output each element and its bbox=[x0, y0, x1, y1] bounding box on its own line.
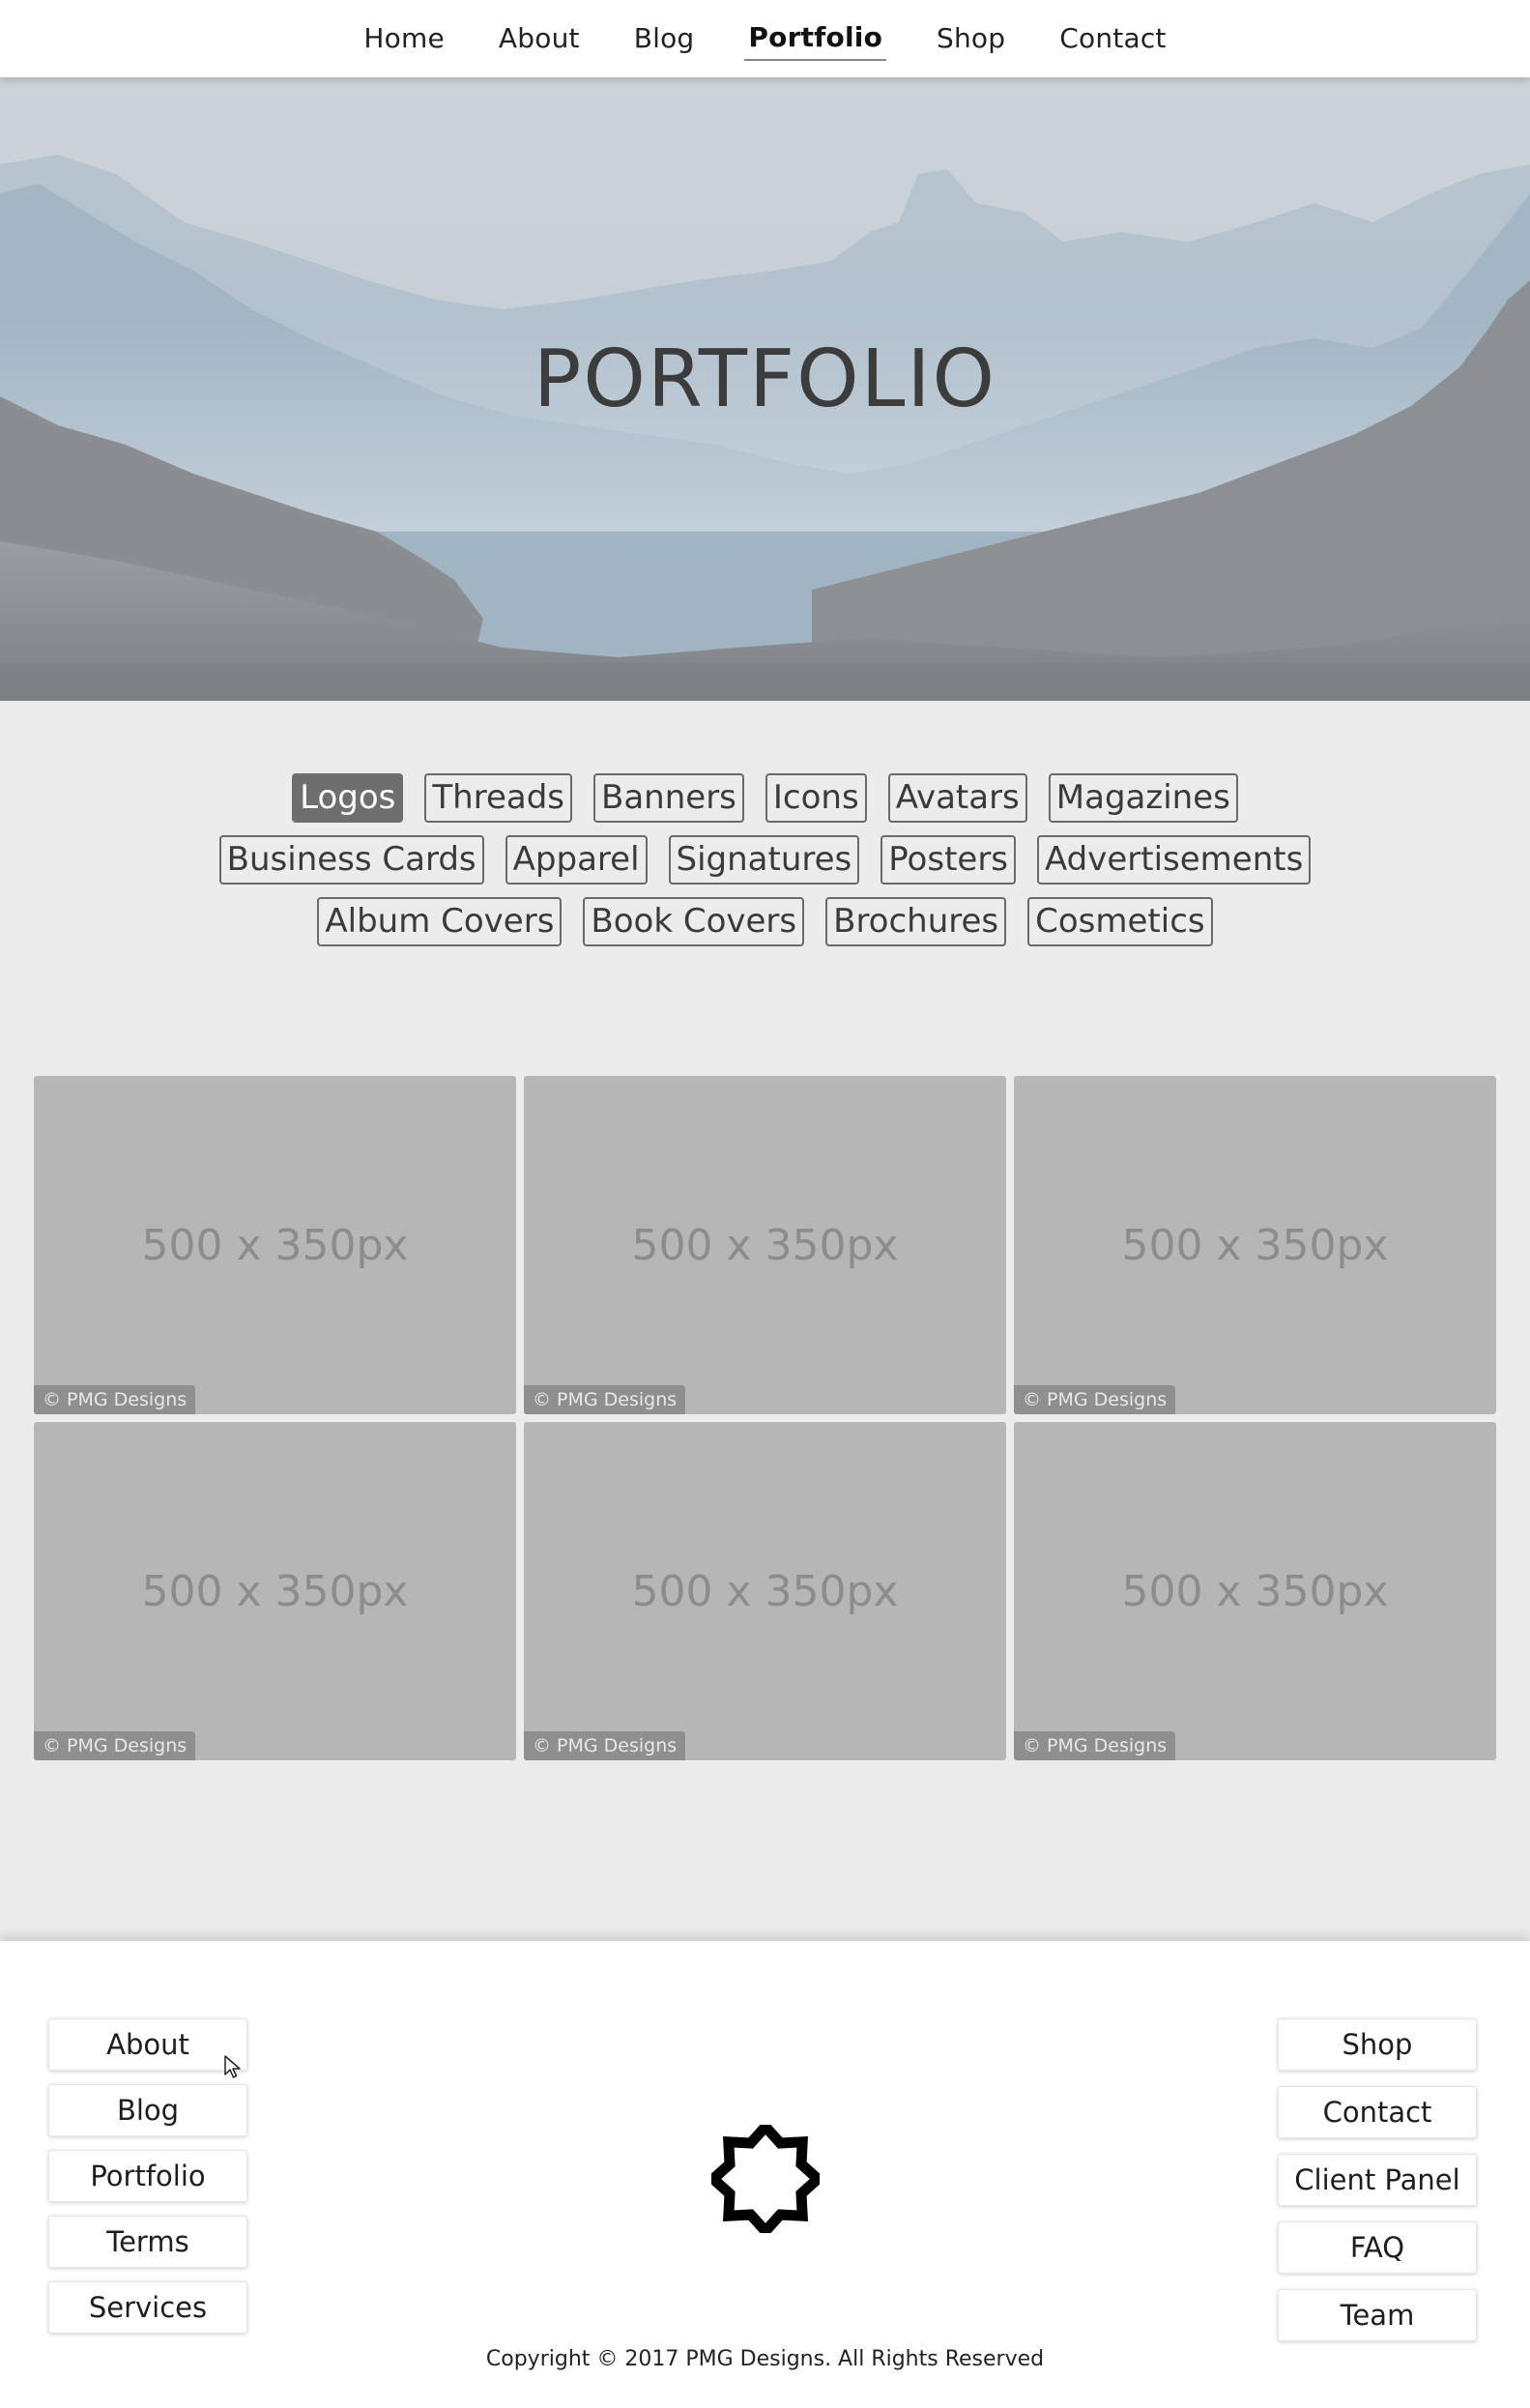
filter-apparel[interactable]: Apparel bbox=[505, 835, 648, 885]
image-credit: © PMG Designs bbox=[524, 1385, 686, 1414]
filter-signatures[interactable]: Signatures bbox=[668, 835, 860, 885]
filter-banners[interactable]: Banners bbox=[593, 773, 744, 823]
portfolio-gallery: 500 x 350px © PMG Designs 500 x 350px © … bbox=[34, 1076, 1496, 1760]
hero-banner: PORTFOLIO bbox=[0, 77, 1530, 701]
footer-link-shop[interactable]: Shop bbox=[1278, 2018, 1477, 2071]
filter-threads[interactable]: Threads bbox=[424, 773, 573, 823]
filter-advertisements[interactable]: Advertisements bbox=[1037, 835, 1312, 885]
image-placeholder-label: 500 x 350px bbox=[631, 1221, 899, 1270]
footer-links-left: About Blog Portfolio Terms Services bbox=[48, 2018, 247, 2347]
footer-link-faq[interactable]: FAQ bbox=[1278, 2221, 1477, 2274]
image-credit: © PMG Designs bbox=[34, 1385, 196, 1414]
image-placeholder-label: 500 x 350px bbox=[1121, 1567, 1389, 1616]
filter-logos[interactable]: Logos bbox=[292, 773, 404, 823]
star-logo-icon[interactable] bbox=[711, 2125, 820, 2233]
image-placeholder-label: 500 x 350px bbox=[1121, 1221, 1389, 1270]
footer-link-about[interactable]: About bbox=[48, 2018, 247, 2071]
gallery-tile[interactable]: 500 x 350px © PMG Designs bbox=[34, 1076, 516, 1414]
footer-link-blog[interactable]: Blog bbox=[48, 2084, 247, 2136]
image-placeholder-label: 500 x 350px bbox=[141, 1567, 409, 1616]
footer-link-services[interactable]: Services bbox=[48, 2281, 247, 2334]
image-placeholder-label: 500 x 350px bbox=[141, 1221, 409, 1270]
footer-link-team[interactable]: Team bbox=[1278, 2289, 1477, 2341]
image-credit: © PMG Designs bbox=[524, 1731, 686, 1760]
nav-blog[interactable]: Blog bbox=[630, 18, 699, 60]
filter-magazines[interactable]: Magazines bbox=[1048, 773, 1238, 823]
gallery-tile[interactable]: 500 x 350px © PMG Designs bbox=[524, 1422, 1006, 1760]
image-placeholder-label: 500 x 350px bbox=[631, 1567, 899, 1616]
nav-home[interactable]: Home bbox=[360, 18, 448, 60]
image-credit: © PMG Designs bbox=[34, 1731, 196, 1760]
footer-link-portfolio[interactable]: Portfolio bbox=[48, 2150, 247, 2202]
filter-icons[interactable]: Icons bbox=[765, 773, 867, 823]
mouse-pointer-icon bbox=[224, 2055, 241, 2078]
footer-link-terms[interactable]: Terms bbox=[48, 2216, 247, 2268]
image-credit: © PMG Designs bbox=[1014, 1731, 1176, 1760]
nav-portfolio[interactable]: Portfolio bbox=[744, 17, 887, 61]
gallery-tile[interactable]: 500 x 350px © PMG Designs bbox=[1014, 1076, 1496, 1414]
footer-link-contact[interactable]: Contact bbox=[1278, 2086, 1477, 2138]
filter-business-cards[interactable]: Business Cards bbox=[218, 835, 484, 885]
portfolio-filter-bar: Logos Threads Banners Icons Avatars Maga… bbox=[145, 773, 1385, 946]
filter-avatars[interactable]: Avatars bbox=[887, 773, 1027, 823]
gallery-tile[interactable]: 500 x 350px © PMG Designs bbox=[34, 1422, 516, 1760]
filter-cosmetics[interactable]: Cosmetics bbox=[1027, 897, 1213, 946]
gallery-tile[interactable]: 500 x 350px © PMG Designs bbox=[524, 1076, 1006, 1414]
footer-links-right: Shop Contact Client Panel FAQ Team bbox=[1278, 2018, 1477, 2357]
filter-book-covers[interactable]: Book Covers bbox=[583, 897, 805, 946]
copyright-text: Copyright © 2017 PMG Designs. All Rights… bbox=[485, 2347, 1045, 2371]
gallery-tile[interactable]: 500 x 350px © PMG Designs bbox=[1014, 1422, 1496, 1760]
filter-posters[interactable]: Posters bbox=[880, 835, 1017, 885]
image-credit: © PMG Designs bbox=[1014, 1385, 1176, 1414]
top-nav: Home About Blog Portfolio Shop Contact bbox=[0, 0, 1530, 77]
nav-shop[interactable]: Shop bbox=[933, 18, 1009, 60]
nav-about[interactable]: About bbox=[495, 18, 584, 60]
footer-link-client-panel[interactable]: Client Panel bbox=[1278, 2154, 1477, 2206]
filter-album-covers[interactable]: Album Covers bbox=[317, 897, 563, 946]
site-footer: About Blog Portfolio Terms Services Shop… bbox=[0, 1941, 1530, 2408]
page-title: PORTFOLIO bbox=[533, 334, 997, 425]
nav-contact[interactable]: Contact bbox=[1055, 18, 1169, 60]
filter-brochures[interactable]: Brochures bbox=[825, 897, 1007, 946]
